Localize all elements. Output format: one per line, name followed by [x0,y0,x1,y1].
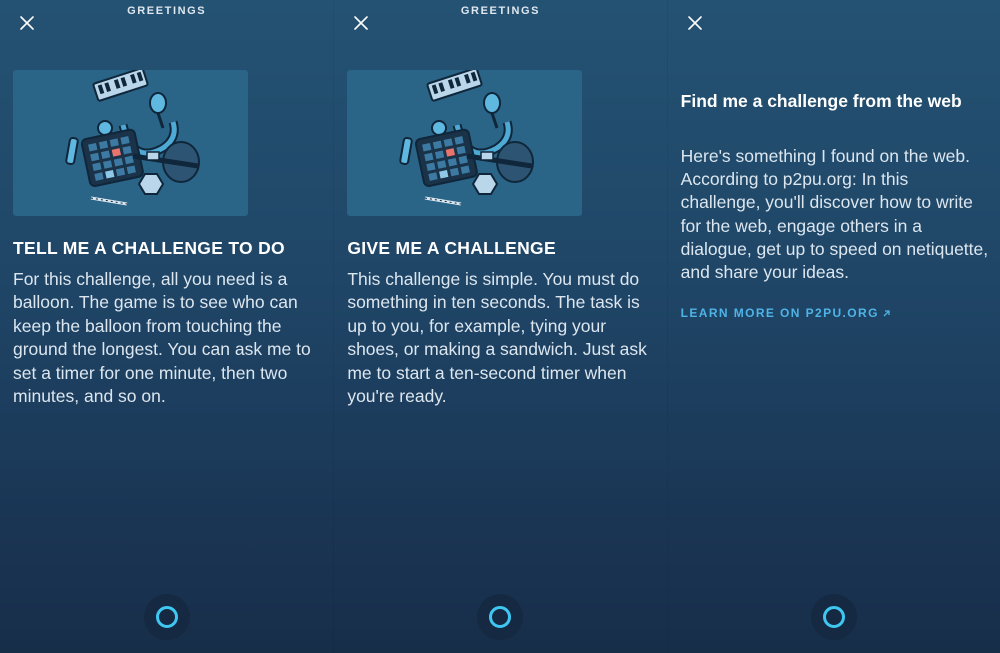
learn-more-link[interactable]: LEARN MORE ON P2PU.ORG [681,306,892,320]
alexa-ring-icon [822,606,845,628]
close-icon [354,16,369,30]
screen-web-result: Find me a challenge from the web Here's … [666,0,1000,653]
close-button[interactable] [684,12,706,34]
music-instruments-illustration [65,70,200,206]
card-heading: GIVE ME A CHALLENGE [347,238,556,258]
screens-container: GREETINGS TELL ME A CHALLENGE TO DO For … [0,0,1000,653]
music-instruments-illustration [399,70,535,206]
alexa-ring-icon [489,606,512,628]
alexa-button[interactable] [477,594,524,640]
external-link-icon [883,309,890,316]
screen-title: GREETINGS [460,5,541,17]
close-icon [687,16,702,30]
screen-title: GREETINGS [127,5,207,17]
alexa-button[interactable] [810,594,857,640]
screen-challenge-card-1: GREETINGS TELL ME A CHALLENGE TO DO For … [0,0,334,653]
card-illustration [347,70,583,216]
close-icon [20,16,34,30]
card-body-text: For this challenge, all you need is a ba… [13,269,311,407]
card-illustration [13,70,248,216]
alexa-button[interactable] [143,594,190,640]
learn-more-label: LEARN MORE ON P2PU.ORG [680,306,879,320]
screen-challenge-card-2: GREETINGS GIVE ME A CHALLENGE This chall… [333,0,667,653]
card-body-text: This challenge is simple. You must do so… [347,269,647,407]
web-result-heading: Find me a challenge from the web [680,91,962,111]
web-result-body-text: Here's something I found on the web. Acc… [680,146,989,283]
card-heading: TELL ME A CHALLENGE TO DO [13,238,285,258]
alexa-ring-icon [155,606,178,628]
